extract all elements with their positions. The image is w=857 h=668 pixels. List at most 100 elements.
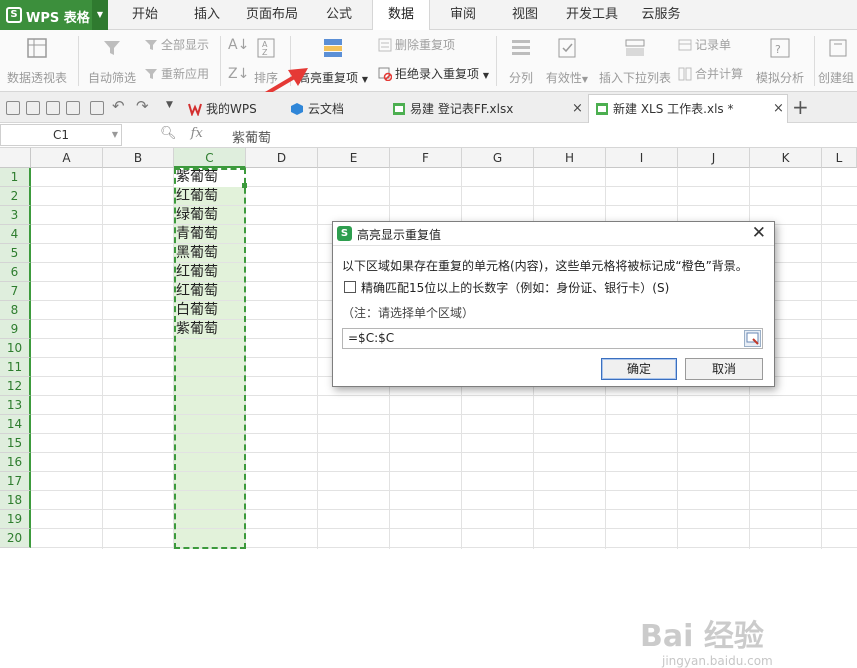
cancel-button[interactable]: 取消 bbox=[685, 358, 763, 380]
formula-input[interactable]: 紫葡萄 bbox=[232, 127, 271, 146]
column-header-i[interactable]: I bbox=[606, 148, 678, 168]
column-header-k[interactable]: K bbox=[750, 148, 822, 168]
doc-tab-registration-file[interactable]: 易建 登记表FF.xlsx × bbox=[386, 95, 586, 123]
simulate-analysis-button[interactable]: ? 模拟分析 bbox=[752, 36, 808, 86]
new-tab-plus-icon[interactable]: + bbox=[792, 95, 809, 119]
quick-access-dropdown-icon[interactable]: ▼ bbox=[166, 100, 173, 110]
row-header[interactable]: 16 bbox=[0, 453, 31, 472]
show-all-button[interactable]: 全部显示 bbox=[144, 36, 209, 54]
fill-handle[interactable] bbox=[242, 183, 247, 188]
row-header[interactable]: 12 bbox=[0, 377, 31, 396]
sort-asc-icon[interactable]: A↓ bbox=[228, 36, 249, 54]
range-picker-icon[interactable] bbox=[744, 330, 761, 347]
ok-button[interactable]: 确定 bbox=[601, 358, 677, 380]
consolidate-label: 合并计算 bbox=[695, 67, 744, 81]
row-header[interactable]: 13 bbox=[0, 396, 31, 415]
row-header[interactable]: 2 bbox=[0, 187, 31, 206]
exact-match-checkbox[interactable] bbox=[344, 281, 356, 293]
column-header-h[interactable]: H bbox=[534, 148, 606, 168]
column-header-j[interactable]: J bbox=[678, 148, 750, 168]
row-header[interactable]: 6 bbox=[0, 263, 31, 282]
column-header-e[interactable]: E bbox=[318, 148, 390, 168]
exact-match-label[interactable]: 精确匹配15位以上的长数字（例如：身份证、银行卡）(S) bbox=[361, 279, 669, 296]
row-header[interactable]: 10 bbox=[0, 339, 31, 358]
cloud-cube-icon bbox=[291, 103, 303, 115]
row-header[interactable]: 3 bbox=[0, 206, 31, 225]
tab-formula[interactable]: 公式 bbox=[312, 0, 366, 30]
column-header-a[interactable]: A bbox=[31, 148, 103, 168]
column-header-l[interactable]: L bbox=[822, 148, 857, 168]
row-header[interactable]: 7 bbox=[0, 282, 31, 301]
redo-icon[interactable]: ↷ bbox=[136, 97, 149, 115]
column-header-c[interactable]: C bbox=[174, 148, 246, 168]
app-menu-button[interactable]: S WPS 表格 ▼ bbox=[0, 0, 108, 30]
export-pdf-icon[interactable] bbox=[66, 101, 80, 115]
row-header[interactable]: 1 bbox=[0, 168, 31, 187]
tab-developer[interactable]: 开发工具 bbox=[560, 0, 624, 30]
tab-start[interactable]: 开始 bbox=[118, 0, 172, 30]
chevron-down-icon[interactable]: ▼ bbox=[112, 125, 118, 145]
row-header[interactable]: 8 bbox=[0, 301, 31, 320]
zoom-icon[interactable]: 🔍︎ bbox=[160, 126, 177, 141]
consolidate-button[interactable]: 合并计算 bbox=[678, 65, 743, 83]
tab-data[interactable]: 数据 bbox=[372, 0, 430, 31]
close-icon[interactable]: ✕ bbox=[752, 223, 766, 243]
row-header[interactable]: 18 bbox=[0, 491, 31, 510]
doc-tab-new-sheet[interactable]: 新建 XLS 工作表.xls * × bbox=[588, 94, 788, 123]
save-icon[interactable] bbox=[26, 101, 40, 115]
filter-refresh-icon bbox=[145, 69, 157, 79]
doc-tab-my-wps[interactable]: 我的WPS bbox=[182, 95, 274, 123]
tab-view[interactable]: 视图 bbox=[498, 0, 552, 30]
print-preview-icon[interactable] bbox=[90, 101, 104, 115]
fx-icon[interactable]: fx bbox=[191, 126, 203, 141]
record-form-button[interactable]: 记录单 bbox=[678, 36, 731, 54]
tab-page-layout[interactable]: 页面布局 bbox=[240, 0, 304, 30]
cell-reference: C1 bbox=[52, 128, 69, 142]
name-box[interactable]: C1 ▼ bbox=[0, 124, 122, 146]
new-file-icon[interactable] bbox=[6, 101, 20, 115]
baidu-watermark-url: jingyan.baidu.com bbox=[662, 654, 773, 668]
dialog-title-bar[interactable]: S 高亮显示重复值 ✕ bbox=[333, 222, 774, 246]
tab-insert[interactable]: 插入 bbox=[180, 0, 234, 30]
row-header[interactable]: 15 bbox=[0, 434, 31, 453]
remove-duplicates-label: 删除重复项 bbox=[395, 38, 456, 52]
column-header-g[interactable]: G bbox=[462, 148, 534, 168]
row-header[interactable]: 19 bbox=[0, 510, 31, 529]
row-header[interactable]: 4 bbox=[0, 225, 31, 244]
create-group-button[interactable]: 创建组 bbox=[818, 36, 857, 86]
split-column-button[interactable]: 分列 bbox=[500, 36, 542, 86]
column-header-f[interactable]: F bbox=[390, 148, 462, 168]
reject-duplicates-button[interactable]: 拒绝录入重复项 ▼ bbox=[378, 65, 489, 83]
column-header-d[interactable]: D bbox=[246, 148, 318, 168]
row-header[interactable]: 20 bbox=[0, 529, 31, 548]
row-header[interactable]: 17 bbox=[0, 472, 31, 491]
remove-duplicates-button[interactable]: 删除重复项 bbox=[378, 36, 455, 54]
row-header[interactable]: 14 bbox=[0, 415, 31, 434]
undo-icon[interactable]: ↶ bbox=[112, 97, 125, 115]
split-column-label: 分列 bbox=[508, 71, 533, 85]
select-all-corner[interactable] bbox=[0, 148, 31, 168]
close-tab-icon[interactable]: × bbox=[773, 95, 784, 123]
row-header[interactable]: 5 bbox=[0, 244, 31, 263]
pivot-table-button[interactable]: 数据透视表 bbox=[4, 36, 70, 86]
autofilter-button[interactable]: 自动筛选 bbox=[84, 36, 140, 86]
row-header[interactable]: 11 bbox=[0, 358, 31, 377]
column-header-b[interactable]: B bbox=[103, 148, 174, 168]
grid-line bbox=[31, 395, 857, 396]
doc-tab-label: 易建 登记表FF.xlsx bbox=[410, 102, 514, 116]
doc-tab-cloud-docs[interactable]: 云文档 bbox=[284, 95, 364, 123]
spreadsheet-file-icon bbox=[596, 103, 608, 115]
print-icon[interactable] bbox=[46, 101, 60, 115]
range-input[interactable]: =$C:$C bbox=[342, 328, 763, 349]
close-tab-icon[interactable]: × bbox=[572, 95, 583, 123]
validity-button[interactable]: 有效性▼ bbox=[542, 36, 592, 86]
insert-dropdown-list-button[interactable]: 插入下拉列表 bbox=[598, 36, 672, 86]
app-dropdown-icon[interactable]: ▼ bbox=[92, 0, 108, 30]
tab-cloud[interactable]: 云服务 bbox=[632, 0, 690, 30]
sort-desc-icon[interactable]: Z↓ bbox=[228, 65, 249, 83]
tab-review[interactable]: 审阅 bbox=[436, 0, 490, 30]
reapply-button[interactable]: 重新应用 bbox=[144, 65, 209, 83]
validity-label: 有效性 bbox=[545, 71, 582, 85]
autofilter-label: 自动筛选 bbox=[87, 71, 136, 85]
row-header[interactable]: 9 bbox=[0, 320, 31, 339]
